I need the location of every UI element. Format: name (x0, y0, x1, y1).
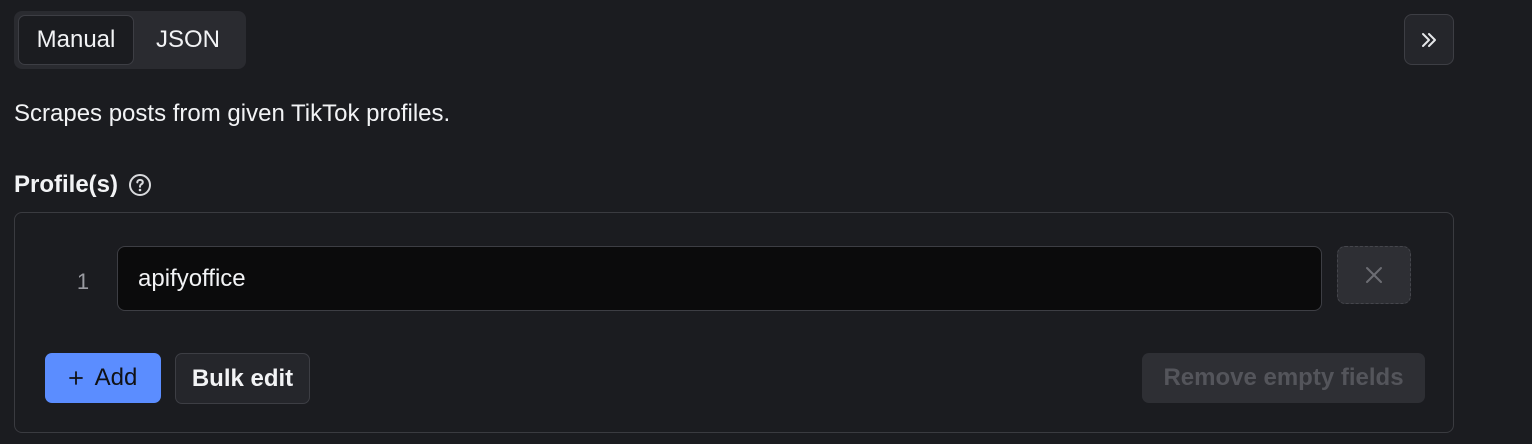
bulk-edit-button[interactable]: Bulk edit (175, 353, 310, 404)
input-editor: Manual JSON Scrapes posts from given Tik… (0, 0, 1532, 444)
plus-icon (68, 371, 83, 385)
double-chevron-right-icon (1422, 32, 1436, 47)
field-label-row: Profile(s) (14, 171, 152, 199)
field-label: Profile(s) (14, 171, 119, 198)
remove-empty-fields-button[interactable]: Remove empty fields (1142, 353, 1425, 403)
close-icon (1366, 267, 1382, 283)
actor-description: Scrapes posts from given TikTok profiles… (14, 100, 451, 127)
question-circle-icon[interactable] (128, 173, 152, 197)
profiles-panel: 1 Add Bulk edit Remove empty fields (14, 212, 1454, 433)
add-button[interactable]: Add (45, 353, 161, 403)
add-button-label: Add (94, 364, 138, 391)
mode-toggle: Manual JSON (14, 11, 246, 69)
collapse-panel-button[interactable] (1404, 14, 1454, 65)
remove-row-button[interactable] (1337, 246, 1411, 304)
profile-input[interactable] (117, 246, 1322, 311)
row-index: 1 (76, 269, 90, 294)
manual-mode-button[interactable]: Manual (18, 15, 134, 65)
json-mode-button[interactable]: JSON (136, 15, 240, 65)
